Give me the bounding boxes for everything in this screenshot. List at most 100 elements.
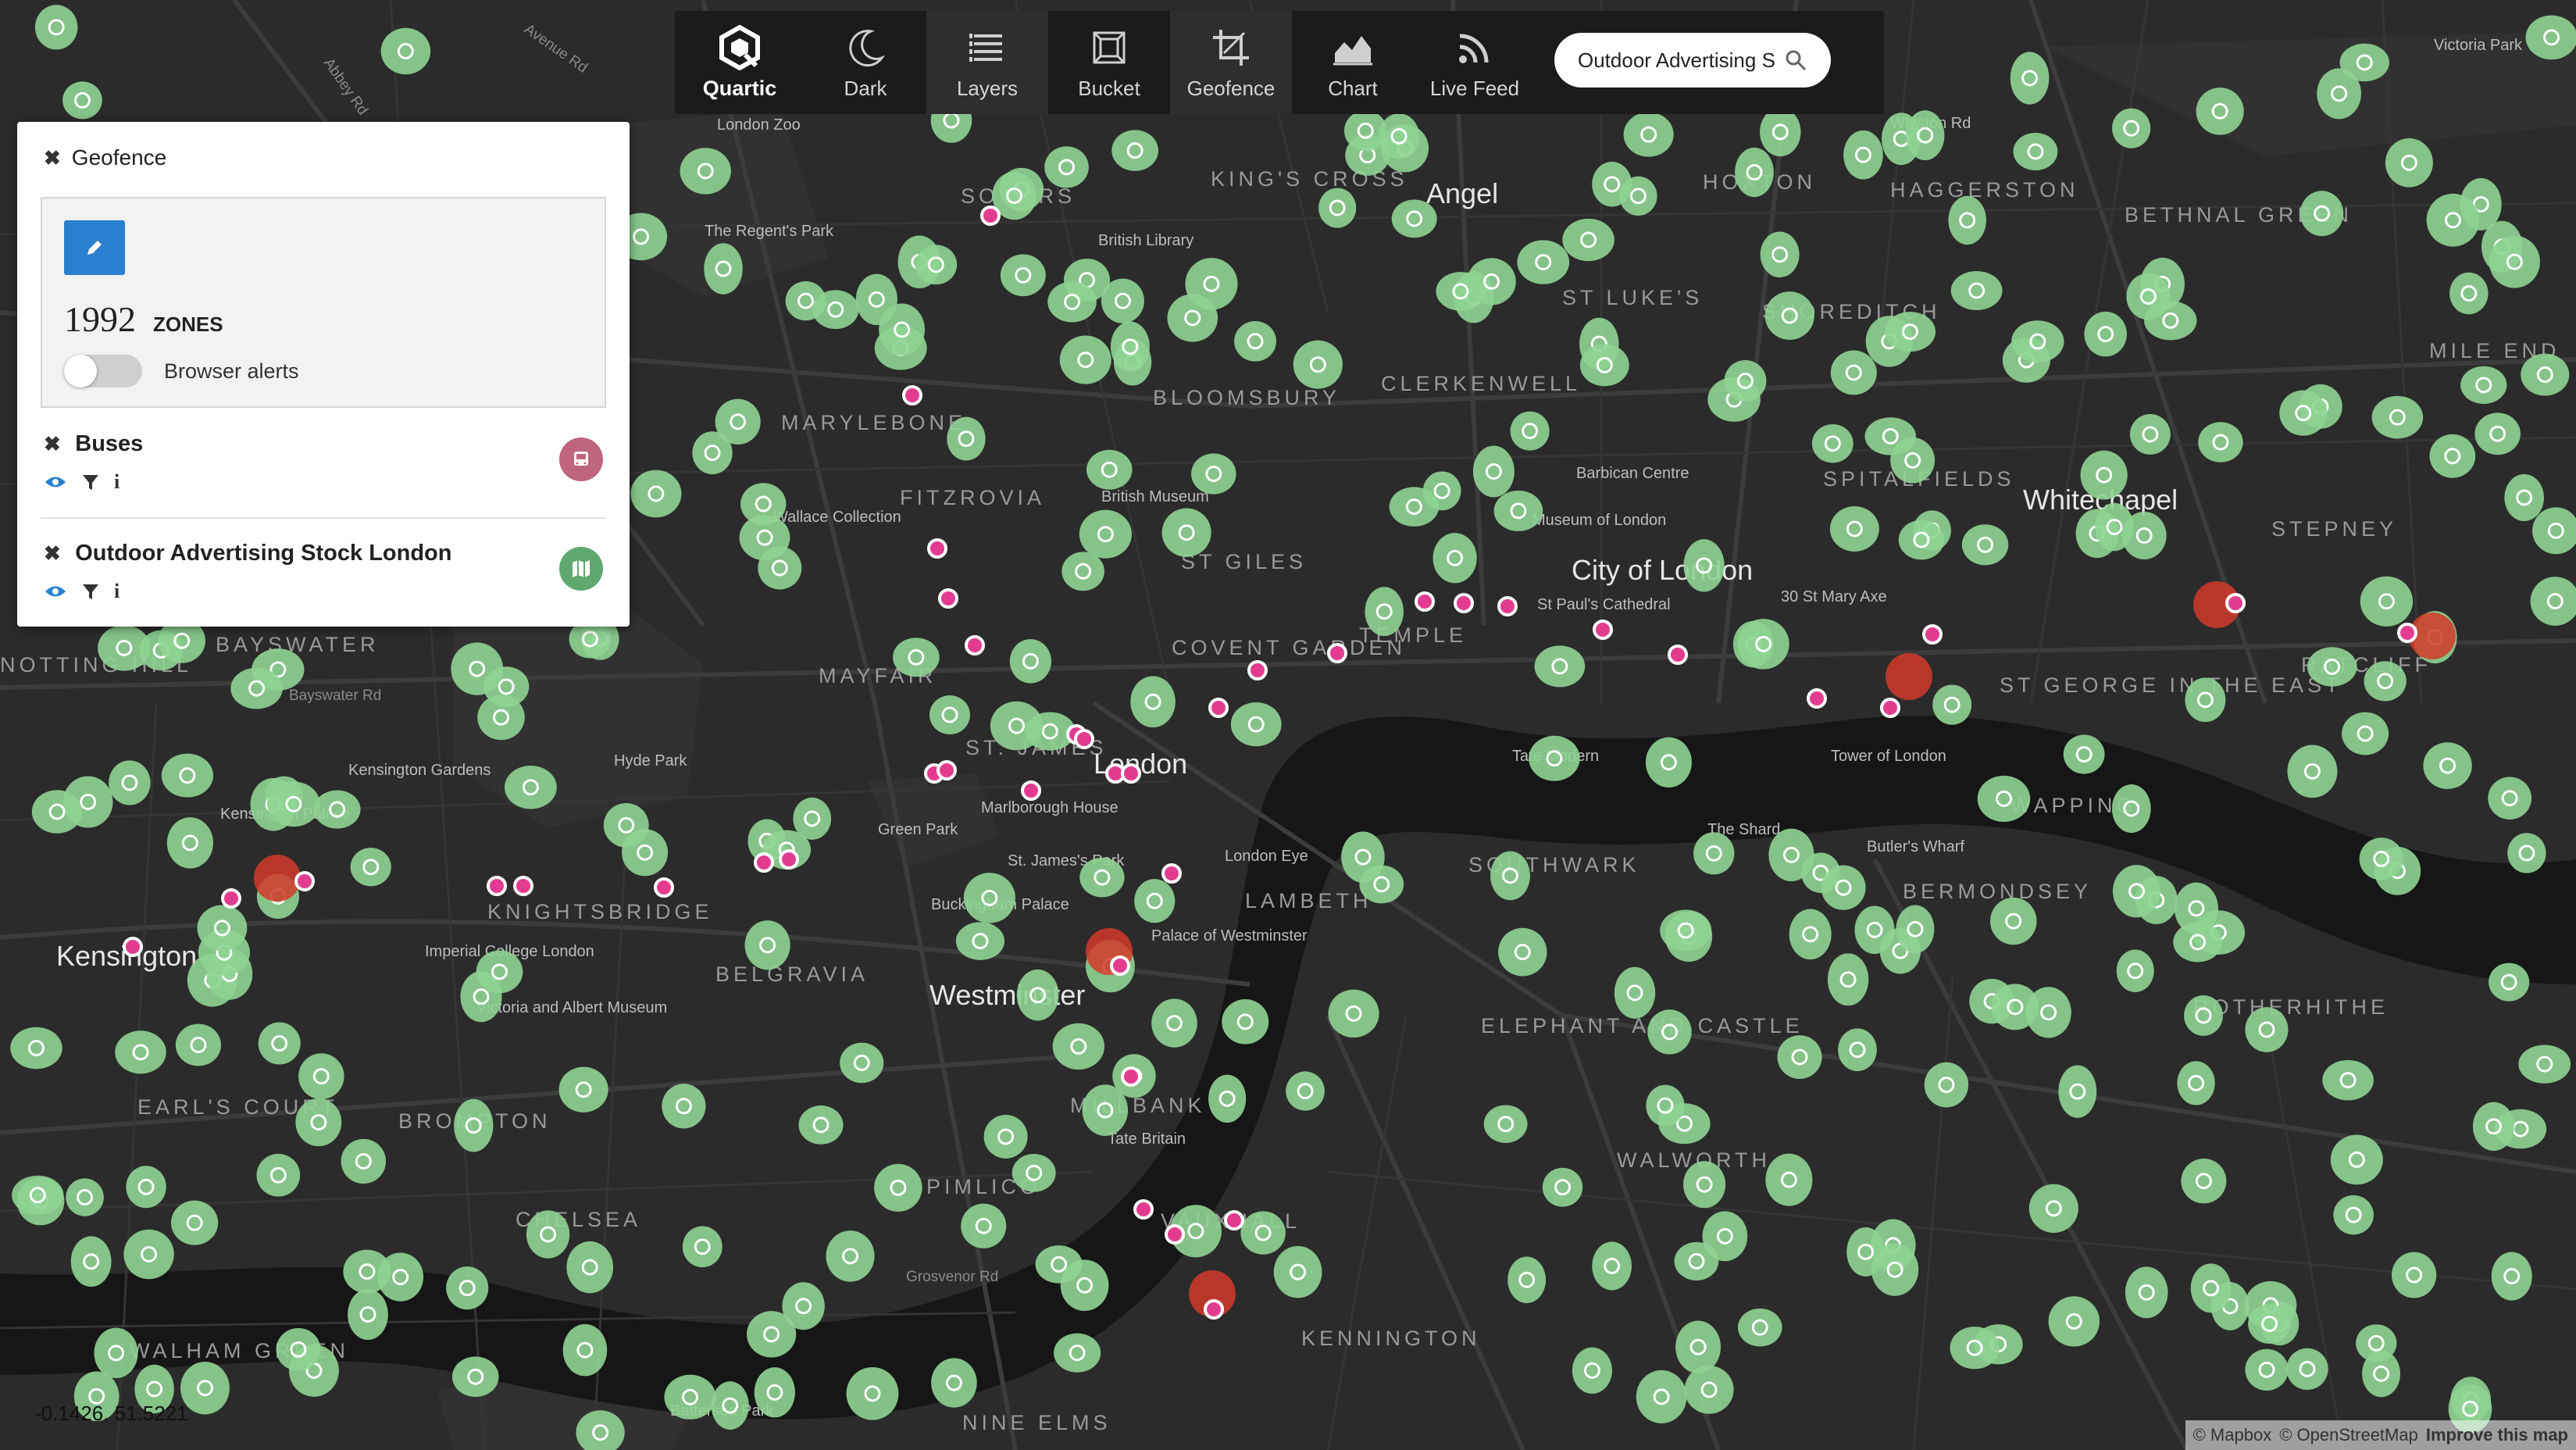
bus-marker[interactable] xyxy=(980,205,1001,226)
geofence-zone[interactable] xyxy=(1052,1023,1105,1070)
geofence-zone[interactable] xyxy=(1000,254,1046,297)
geofence-zone[interactable] xyxy=(1009,639,1051,684)
geofence-zone[interactable] xyxy=(123,1229,174,1280)
geofence-zone[interactable] xyxy=(258,1022,301,1065)
geofence-zone[interactable] xyxy=(1422,471,1461,511)
geofence-zone[interactable] xyxy=(963,873,1015,923)
geofence-zone[interactable] xyxy=(1760,231,1800,278)
geofence-zone[interactable] xyxy=(1222,999,1269,1045)
close-panel-icon[interactable]: ✖ xyxy=(44,146,61,170)
geofence-zone[interactable] xyxy=(846,1366,899,1420)
bus-marker[interactable] xyxy=(1880,698,1900,718)
geofence-zone[interactable] xyxy=(31,790,83,834)
geofence-zone[interactable] xyxy=(115,1030,166,1074)
toolbar-chart-button[interactable]: Chart xyxy=(1292,11,1414,114)
geofence-zone[interactable] xyxy=(1674,1241,1719,1280)
filter-icon[interactable] xyxy=(81,473,100,491)
bus-marker[interactable] xyxy=(1021,780,1041,801)
edit-geofence-button[interactable] xyxy=(64,220,125,275)
geofence-zone[interactable] xyxy=(2125,1266,2168,1319)
geofence-zone[interactable] xyxy=(2530,577,2576,626)
browser-alerts-toggle[interactable] xyxy=(64,355,142,388)
geofence-zone[interactable] xyxy=(1490,851,1530,901)
geofence-zone[interactable] xyxy=(1572,1347,1612,1394)
geofence-zone[interactable] xyxy=(1510,411,1550,451)
geofence-zone[interactable] xyxy=(2391,1252,2437,1298)
geofence-zone[interactable] xyxy=(313,790,361,829)
geofence-zone[interactable] xyxy=(126,1166,166,1209)
geofence-zone[interactable] xyxy=(2190,1263,2232,1313)
geofence-zone[interactable] xyxy=(1884,312,1936,352)
geofence-zone[interactable] xyxy=(1693,832,1735,875)
geofence-zone[interactable] xyxy=(341,1138,387,1184)
geofence-zone[interactable] xyxy=(915,245,958,285)
info-icon[interactable]: i xyxy=(114,580,120,603)
geofence-zone[interactable] xyxy=(1683,539,1725,592)
geofence-zone[interactable] xyxy=(348,1288,388,1341)
geofence-zone[interactable] xyxy=(350,848,391,887)
geofence-zone[interactable] xyxy=(1054,1333,1101,1373)
bus-marker[interactable] xyxy=(965,635,985,655)
geofence-zone[interactable] xyxy=(1101,278,1144,323)
geofence-zone[interactable] xyxy=(1562,218,1614,262)
bus-marker[interactable] xyxy=(1593,620,1613,640)
geofence-zone[interactable] xyxy=(2521,353,2570,396)
geofence-zone[interactable] xyxy=(1950,1327,2000,1370)
hotspot-marker[interactable] xyxy=(254,855,301,902)
geofence-zone[interactable] xyxy=(2364,661,2407,702)
geofence-zone[interactable] xyxy=(1507,1256,1547,1304)
geofence-zone[interactable] xyxy=(744,920,790,970)
geofence-zone[interactable] xyxy=(1318,188,1357,228)
bus-marker[interactable] xyxy=(1208,698,1229,718)
geofence-zone[interactable] xyxy=(1843,130,1883,180)
eye-icon[interactable] xyxy=(44,473,67,491)
bus-marker[interactable] xyxy=(1415,591,1435,612)
toolbar-layers-button[interactable]: Layers xyxy=(926,11,1048,114)
geofence-zone[interactable] xyxy=(2196,88,2244,135)
bus-marker[interactable] xyxy=(937,760,957,780)
geofence-zone[interactable] xyxy=(276,1327,321,1371)
geofence-zone[interactable] xyxy=(1293,340,1343,389)
geofence-zone[interactable] xyxy=(1161,508,1211,557)
geofence-zone[interactable] xyxy=(2356,1324,2397,1362)
geofence-zone[interactable] xyxy=(1130,676,1176,728)
geofence-zone[interactable] xyxy=(2116,949,2154,992)
geofence-zone[interactable] xyxy=(2489,962,2530,1002)
geofence-zone[interactable] xyxy=(1614,966,1656,1019)
bus-marker[interactable] xyxy=(1121,763,1141,784)
geofence-zone[interactable] xyxy=(1110,321,1150,373)
info-icon[interactable]: i xyxy=(114,470,120,494)
geofence-zone[interactable] xyxy=(2532,507,2576,555)
geofence-zone[interactable] xyxy=(558,1066,608,1112)
geofence-zone[interactable] xyxy=(1234,320,1277,362)
geofence-zone[interactable] xyxy=(1059,335,1111,384)
geofence-zone[interactable] xyxy=(256,1153,301,1197)
geofence-zone[interactable] xyxy=(1827,953,1869,1006)
geofence-zone[interactable] xyxy=(2489,235,2540,288)
geofence-zone[interactable] xyxy=(1924,1062,1969,1108)
geofence-zone[interactable] xyxy=(2286,1348,2328,1390)
geofence-zone[interactable] xyxy=(1134,879,1176,923)
geofence-zone[interactable] xyxy=(2507,833,2546,873)
geofence-zone[interactable] xyxy=(740,483,787,525)
geofence-zone[interactable] xyxy=(2112,108,2151,148)
geofence-zone[interactable] xyxy=(2048,1296,2100,1347)
attribution-osm[interactable]: © OpenStreetMap xyxy=(2279,1425,2418,1445)
geofence-zone[interactable] xyxy=(2488,777,2532,820)
geofence-zone[interactable] xyxy=(874,1163,922,1212)
geofence-zone[interactable] xyxy=(1365,587,1404,637)
geofence-zone[interactable] xyxy=(1079,509,1132,559)
geofence-zone[interactable] xyxy=(2010,52,2050,105)
bus-marker[interactable] xyxy=(1121,1066,1141,1087)
geofence-zone[interactable] xyxy=(1044,146,1089,188)
geofence-zone[interactable] xyxy=(1675,1320,1721,1373)
geofence-zone[interactable] xyxy=(961,1203,1007,1248)
geofence-zone[interactable] xyxy=(62,81,102,120)
bus-marker[interactable] xyxy=(1247,660,1268,680)
geofence-zone[interactable] xyxy=(1517,240,1570,284)
geofence-zone[interactable] xyxy=(2426,193,2480,247)
toolbar-bucket-button[interactable]: Bucket xyxy=(1048,11,1170,114)
bus-marker[interactable] xyxy=(1110,955,1130,976)
geofence-zone[interactable] xyxy=(2474,412,2521,455)
geofence-zone[interactable] xyxy=(1493,490,1543,531)
